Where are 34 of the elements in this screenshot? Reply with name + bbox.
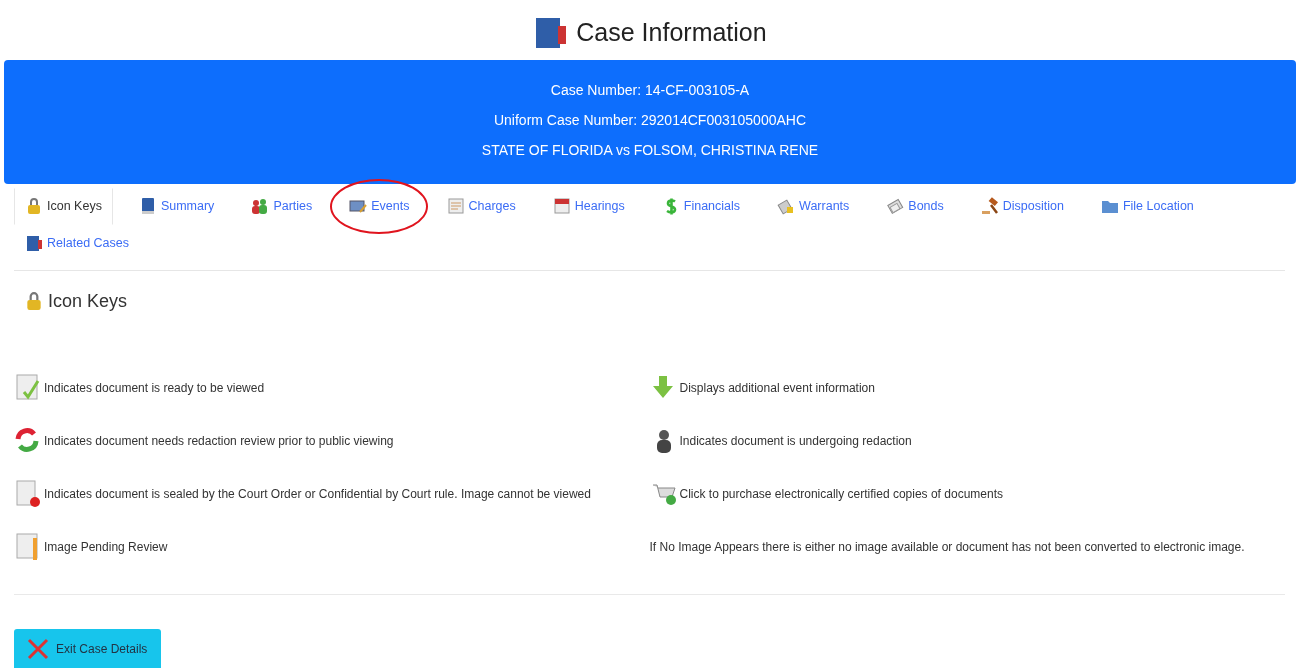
tab[interactable]: Parties xyxy=(240,188,324,225)
case-banner: Case Number: 14-CF-003105-A Uniform Case Number: 292014CF003105000AHC STATE OF FLORIDA vs FOLSOM, CHRISTINA RENE xyxy=(4,60,1296,184)
key-description: Click to purchase electronically certified copies of documents xyxy=(679,485,1003,503)
tab[interactable]: Related Cases xyxy=(14,224,140,262)
tab[interactable]: File Location xyxy=(1089,188,1205,225)
close-icon xyxy=(26,636,50,661)
books-icon xyxy=(25,234,43,253)
tab[interactable]: Financials xyxy=(650,188,752,225)
notepad-icon xyxy=(446,197,465,216)
tab[interactable]: Events xyxy=(338,188,421,225)
gavel-icon xyxy=(980,197,999,216)
calendar-icon xyxy=(552,197,571,216)
lock-icon xyxy=(25,197,43,216)
exit-case-details-button[interactable]: Exit Case Details xyxy=(14,629,162,669)
tab[interactable]: Icon Keys xyxy=(14,188,113,225)
key-description: Indicates document needs redaction review prior to public viewing xyxy=(44,432,394,450)
tab[interactable]: Disposition xyxy=(969,188,1075,225)
section-heading: Icon Keys xyxy=(48,290,128,313)
tab[interactable]: Charges xyxy=(435,188,527,225)
page-title: Case Information xyxy=(576,17,767,47)
people-icon xyxy=(251,197,270,216)
tab[interactable]: Warrants xyxy=(766,188,861,225)
key-description: Indicates document is undergoing redaction xyxy=(679,432,912,450)
document-check-icon xyxy=(14,373,42,402)
key-description: Indicates document is ready to be viewed xyxy=(44,379,265,397)
tab[interactable]: Hearings xyxy=(541,188,636,225)
key-description: Image Pending Review xyxy=(44,538,168,556)
key-description: Displays additional event information xyxy=(679,379,875,397)
lock-icon xyxy=(24,291,44,312)
key-description: If No Image Appears there is either no image available or document has not been converted to electronic image. xyxy=(649,538,1245,556)
key-description: Indicates document is sealed by the Court Order or Confidential by Court rule. Image cannot be viewed xyxy=(44,485,591,503)
tab[interactable]: Summary xyxy=(127,188,226,225)
document-x-icon xyxy=(14,479,42,508)
tab[interactable]: Bonds xyxy=(875,188,955,225)
